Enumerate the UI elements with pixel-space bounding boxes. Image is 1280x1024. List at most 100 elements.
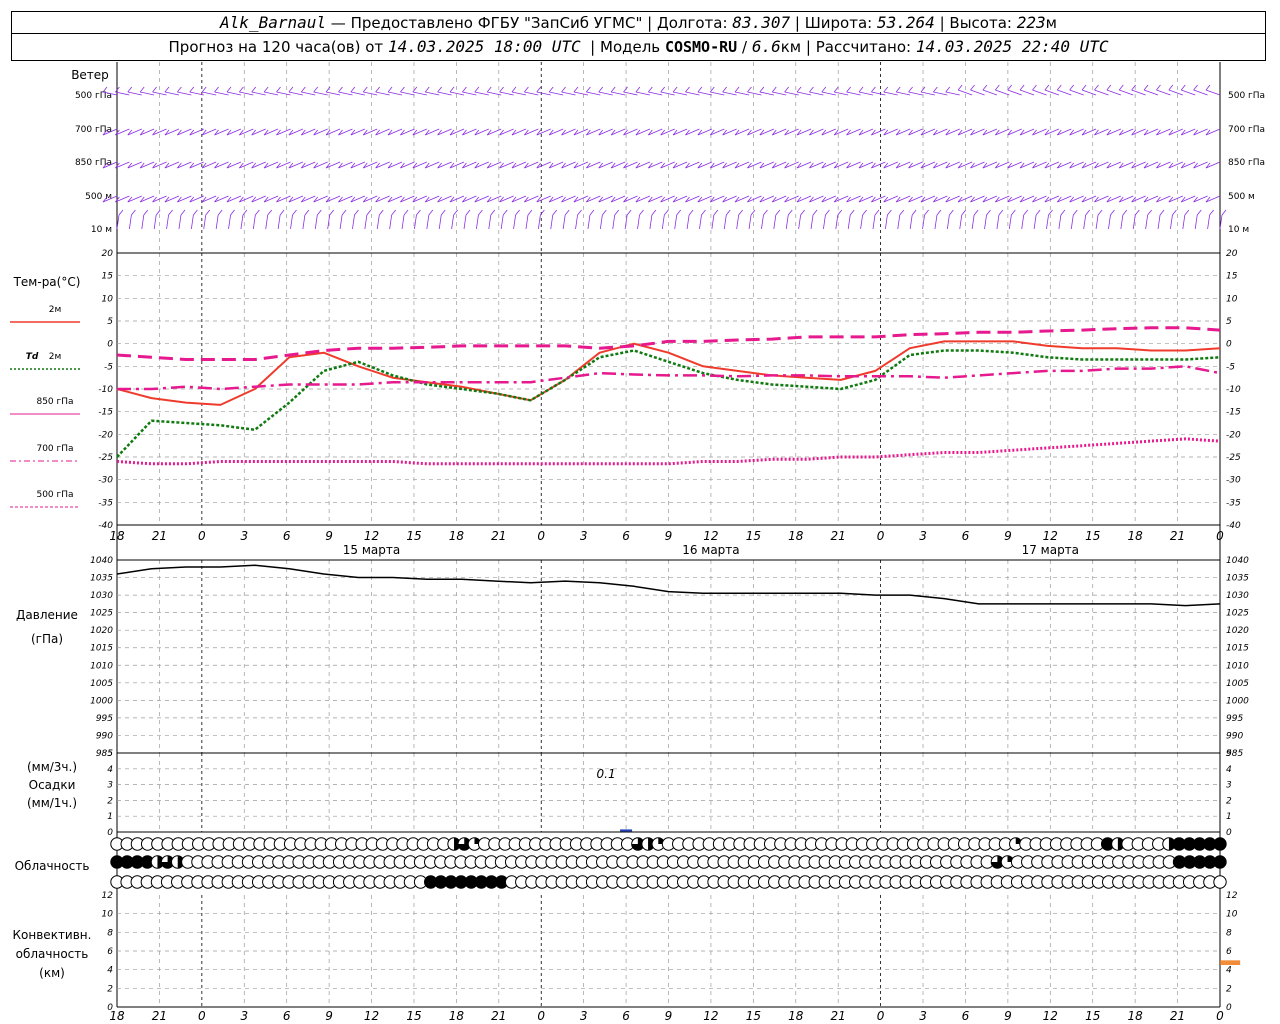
meteogram-chart: 20 2015 1510 105 50 0-5 -5-10 -10-15 -15-20 -20-2… [10,62,1265,1023]
legend-label-legend_2m: 2м [49,305,62,315]
precip-bar [620,829,633,832]
wind-barb-feather [403,209,409,216]
wind-barb [573,91,589,96]
wind-barb-feather [998,209,1004,216]
wind-barb-feather [660,86,666,93]
wind-barb [699,214,702,230]
wind-barb [141,214,145,230]
wind-barb-feather [809,86,814,93]
pressure-tick-left: 1005 [90,679,113,689]
wind-barb [984,214,987,230]
wind-barb [648,91,663,96]
wind-barb-feather [511,86,517,93]
wind-barb-feather [524,86,529,93]
wind-barb [635,91,650,96]
wind-barb [414,214,417,230]
wind-barb [203,214,207,230]
precip-tick-right: 2 [1226,796,1232,806]
wind-barb [525,214,529,230]
wind-barb-feather [626,209,632,216]
wind-barb [536,91,551,96]
wind-barb [178,214,182,230]
wind-barb [228,214,231,230]
wind-barb-feather [858,86,864,93]
wind-barb-feather [895,86,901,93]
wind-barb [587,214,591,230]
wind-barb-feather [316,209,322,216]
temp-tick-right: -10 [1226,385,1241,395]
wind-barb-feather [623,86,628,93]
hour-tick-bottom: 18 [449,1009,465,1023]
wind-barb-feather [255,209,260,216]
wind-barb [474,91,489,96]
wind-barb-feather [610,86,616,93]
wind-barb [697,91,712,96]
wind-barb [884,214,888,230]
wind-barb [127,91,142,96]
wind-barb [400,91,415,96]
wind-barb [872,214,876,230]
wind-barb [1007,89,1022,96]
conv-tick-left: 4 [107,966,113,976]
wind-barb-feather [1180,84,1186,91]
wind-barb-feather [499,86,504,93]
pressure-tick-right: 1035 [1226,574,1249,584]
wind-barb [759,91,774,96]
wind-barb [747,91,762,96]
precip-tick-right: 4 [1226,765,1232,775]
temp-series-3 [117,365,1221,391]
day-label: 15 марта [343,543,400,557]
wind-barb-feather [796,86,802,93]
wind-barb-feather [899,209,905,216]
wind-barb [773,214,777,230]
wind-barb [1131,89,1146,96]
pressure-tick-right: 990 [1226,731,1243,741]
hour-tick-bottom: 21 [831,1009,846,1023]
wind-barb-feather [936,209,942,216]
hour-tick-bottom: 0 [198,1009,206,1023]
temp-tick-right: 5 [1226,317,1232,327]
wind-barb [338,91,353,96]
hour-tick-bottom: 18 [109,1009,125,1023]
wind-barb [847,214,851,230]
hour-tick-mid: 21 [152,529,167,543]
pressure-tick-right: 1030 [1226,591,1249,601]
wind-barb-feather [883,86,889,93]
hour-tick-bottom: 9 [325,1009,333,1023]
precip-annotation: 0.1 [597,767,616,781]
wind-barb [488,214,492,230]
wind-barb-feather [143,209,149,216]
temp-tick-left: -20 [98,430,113,440]
hour-tick-mid: 0 [877,529,885,543]
wind-barb-feather [833,86,839,93]
wind-barb-feather [341,209,347,216]
wind-barb [1094,89,1109,96]
hour-tick-mid: 9 [1004,529,1012,543]
wind-barb [908,91,923,96]
hour-tick-mid: 15 [406,529,421,543]
wind-barb [673,91,688,96]
wind-barb-feather [911,209,917,216]
wind-barb [240,214,244,230]
wind-barb-feather [325,86,331,93]
precip-tick-right: 5 [1226,749,1232,759]
wind-barb-feather [734,86,740,93]
wind-barb [264,91,279,96]
wind-barb-feather [1019,84,1025,91]
hour-tick-mid: 18 [1128,529,1144,543]
wind-barb-feather [350,86,356,93]
wind-barb [1143,89,1159,96]
hour-tick-mid: 18 [449,529,465,543]
wind-barb [128,214,132,230]
wind-barb [575,214,578,230]
wind-barb [437,91,452,96]
temp-tick-right: -30 [1226,476,1241,486]
precip-tick-right: 1 [1226,812,1232,822]
wind-barb-feather [957,84,963,91]
pressure-tick-right: 1000 [1226,696,1249,706]
temp-tick-right: -5 [1226,362,1235,372]
wind-barb-feather [437,86,442,93]
wind-barb [190,214,194,230]
wind-barb-feather [168,209,173,216]
wind-barb-feather [276,86,281,93]
